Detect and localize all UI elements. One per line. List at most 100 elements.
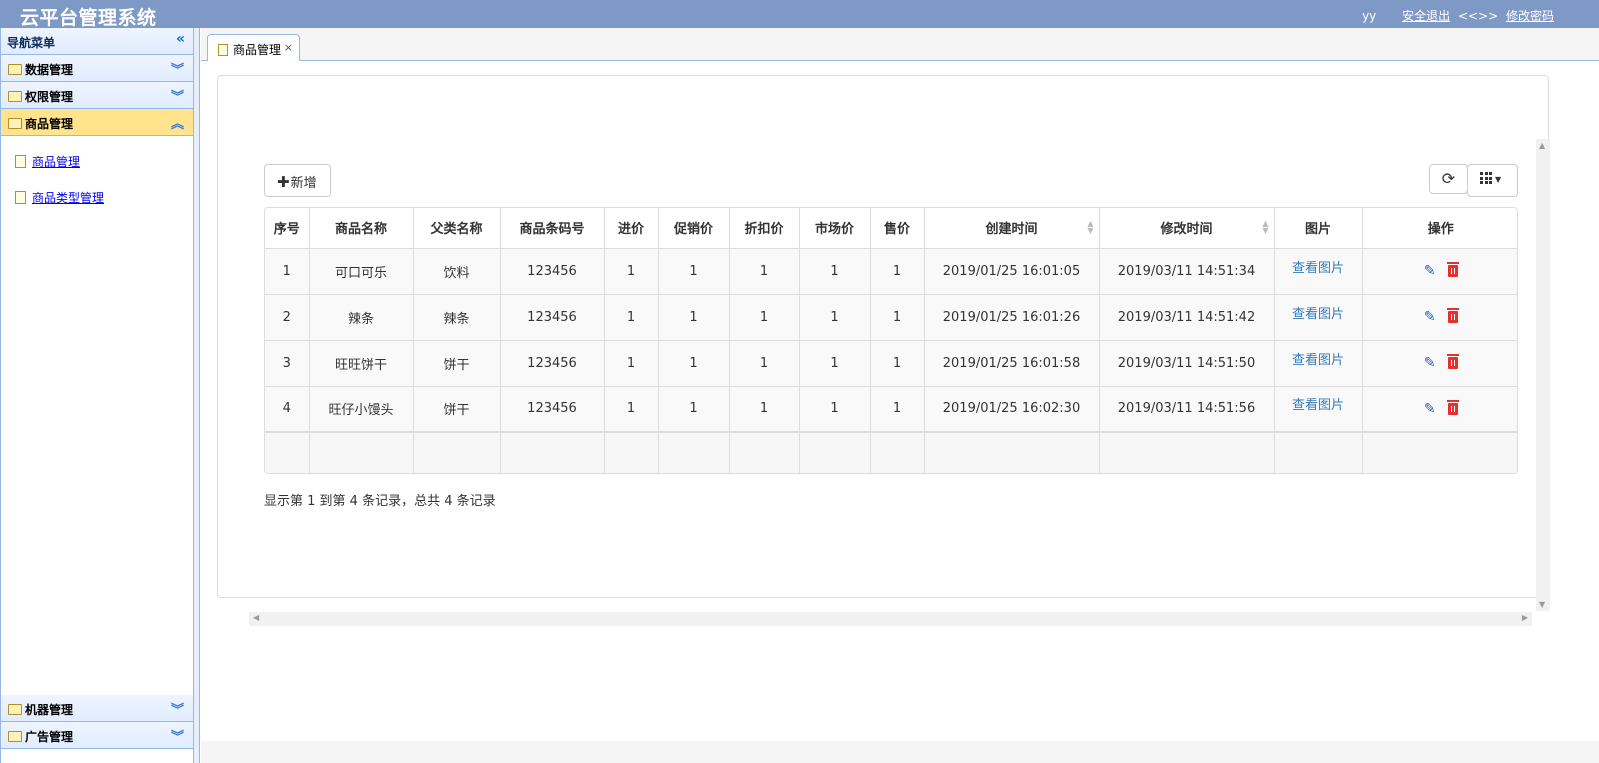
cell-promo: 1 [658,340,730,387]
sidebar-item-link[interactable]: 商品管理 [32,155,80,169]
cell-modified: 2019/03/11 14:51:34 [1099,248,1275,295]
nav-menu-header: 导航菜单 « [1,28,193,55]
cell-market: 1 [799,294,871,341]
cell-promo: 1 [658,294,730,341]
sidebar-item-link[interactable]: 商品类型管理 [32,191,104,205]
tab-product-management[interactable]: 商品管理 × [207,34,300,61]
section-label: 权限管理 [25,90,74,104]
sidebar: 导航菜单 « 数据管理 ︾ 权限管理 ︾ 商品管理 ︽ 商品管理 商品类型管理 … [0,28,194,763]
col-header-modified[interactable]: 修改时间 ▲ ▼ [1099,208,1275,249]
cell-cost: 1 [604,386,659,433]
change-password-link[interactable]: 修改密码 [1506,9,1554,23]
cell-created: 2019/01/25 16:01:05 [924,248,1100,295]
cell-actions: ✎ [1362,294,1517,341]
double-chevron-up-icon[interactable]: ︽ [171,113,184,132]
folder-icon [8,91,22,102]
bottom-strip [201,741,1599,763]
trash-icon[interactable] [1446,262,1459,277]
trash-icon[interactable] [1446,399,1459,415]
col-header-barcode: 商品条码号 [500,208,605,249]
cell-no: 4 [265,386,310,433]
pencil-icon[interactable]: ✎ [1424,309,1436,325]
double-chevron-down-icon[interactable]: ︾ [171,59,184,78]
table-header-row: 序号 商品名称 父类名称 商品条码号 进价 促销价 折扣价 市场价 售价 创建时… [265,208,1517,249]
section-label: 广告管理 [25,730,74,744]
double-chevron-down-icon[interactable]: ︾ [171,726,184,745]
cell-barcode: 123456 [500,386,605,433]
cell-name: 辣条 [309,294,414,341]
horizontal-scrollbar[interactable]: ◀ ▶ [249,612,1532,626]
view-picture-link[interactable]: 查看图片 [1292,398,1344,413]
cell-created: 2019/01/25 16:01:26 [924,294,1100,341]
cell-actions: ✎ [1362,386,1517,433]
view-picture-link[interactable]: 查看图片 [1292,261,1344,276]
sidebar-item-product-type-management[interactable]: 商品类型管理 [1,189,193,225]
username: yy [1362,9,1377,23]
cell-parent: 饮料 [413,248,501,295]
folder-icon [8,731,22,742]
cell-parent: 饼干 [413,340,501,387]
folder-icon [8,64,22,75]
sort-icon[interactable]: ▲ ▼ [1087,220,1093,235]
columns-toggle-button[interactable]: ▼ [1467,164,1518,197]
scroll-down-icon[interactable]: ▼ [1539,600,1545,609]
col-header-name: 商品名称 [309,208,414,249]
trash-icon[interactable] [1446,354,1459,369]
vertical-scrollbar[interactable]: ▲ ▼ [1536,139,1550,611]
scroll-left-icon[interactable]: ◀ [253,613,259,622]
document-icon [218,44,228,56]
cell-picture: 查看图片 [1274,248,1363,295]
cell-picture: 查看图片 [1274,294,1363,341]
sidebar-item-product-management[interactable]: 商品管理 [1,153,193,189]
cell-barcode: 123456 [500,294,605,341]
user-bar: yy 安全退出 <<>> 修改密码 [1362,7,1554,24]
pencil-icon[interactable]: ✎ [1424,355,1436,371]
nav-menu-title: 导航菜单 [7,36,56,50]
pencil-icon[interactable]: ✎ [1424,263,1436,279]
add-button[interactable]: ✚新增 [264,164,331,197]
sort-icon[interactable]: ▲ ▼ [1262,220,1268,235]
cell-sale: 1 [870,248,925,295]
pencil-icon[interactable]: ✎ [1424,401,1436,417]
view-picture-link[interactable]: 查看图片 [1292,353,1344,368]
sidebar-section-ads[interactable]: 广告管理 ︾ [1,722,193,749]
grid-icon [1480,172,1492,184]
col-header-created[interactable]: 创建时间 ▲ ▼ [924,208,1100,249]
logout-link[interactable]: 安全退出 [1402,9,1450,23]
cell-picture: 查看图片 [1274,340,1363,387]
sidebar-section-data[interactable]: 数据管理 ︾ [1,55,193,82]
splitter[interactable] [194,28,200,763]
cell-discount: 1 [729,340,800,387]
pagination-summary: 显示第 1 到第 4 条记录，总共 4 条记录 [264,494,496,509]
add-button-label: 新增 [290,176,317,191]
section-label: 商品管理 [25,117,74,131]
trash-icon[interactable] [1446,308,1459,323]
scroll-up-icon[interactable]: ▲ [1539,141,1545,150]
cell-cost: 1 [604,248,659,295]
col-header-label: 创建时间 [985,222,1038,238]
cell-discount: 1 [729,294,800,341]
document-icon [15,155,26,168]
cell-actions: ✎ [1362,340,1517,387]
sidebar-section-products[interactable]: 商品管理 ︽ [1,109,193,136]
scroll-right-icon[interactable]: ▶ [1522,613,1528,622]
cell-discount: 1 [729,248,800,295]
cell-market: 1 [799,386,871,433]
cell-actions: ✎ [1362,248,1517,295]
view-picture-link[interactable]: 查看图片 [1292,307,1344,322]
cell-created: 2019/01/25 16:02:30 [924,386,1100,433]
close-icon[interactable]: × [284,41,293,54]
double-chevron-left-icon[interactable]: « [176,31,185,47]
cell-discount: 1 [729,386,800,433]
product-table: 序号 商品名称 父类名称 商品条码号 进价 促销价 折扣价 市场价 售价 创建时… [264,207,1518,474]
double-chevron-down-icon[interactable]: ︾ [171,699,184,718]
sidebar-section-machines[interactable]: 机器管理 ︾ [1,695,193,722]
tab-strip: 商品管理 × [201,28,1599,61]
section-label: 数据管理 [25,63,74,77]
col-header-label: 修改时间 [1160,222,1213,238]
sidebar-section-permissions[interactable]: 权限管理 ︾ [1,82,193,109]
double-chevron-down-icon[interactable]: ︾ [171,86,184,105]
cell-no: 2 [265,294,310,341]
cell-barcode: 123456 [500,248,605,295]
refresh-button[interactable]: ⟳ [1429,164,1468,194]
